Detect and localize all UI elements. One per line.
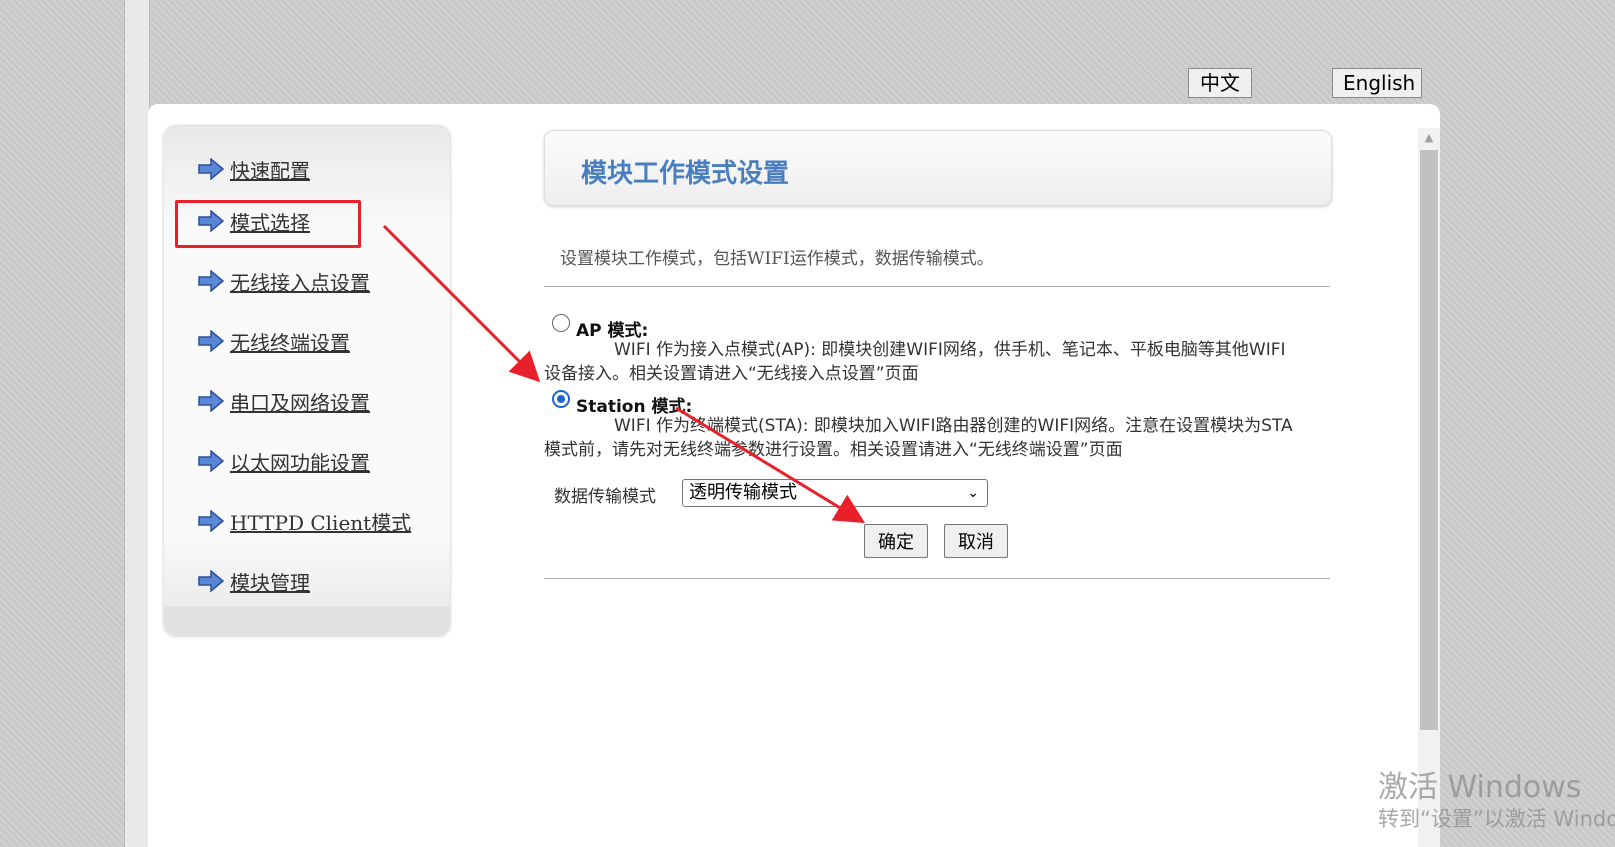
sidebar-item-ap-settings[interactable]: 无线接入点设置 (198, 266, 370, 296)
sidebar-item-ethernet[interactable]: 以太网功能设置 (198, 446, 370, 476)
windows-activation-watermark: 激活 Windows (1378, 770, 1582, 805)
sidebar-item-label: 快速配置 (230, 158, 310, 183)
english-language-button[interactable]: English (1332, 68, 1422, 98)
transfer-mode-label: 数据传输模式 (554, 487, 656, 507)
arrow-right-icon (198, 510, 224, 532)
station-mode-radio[interactable] (552, 390, 570, 408)
sidebar-item-label: 以太网功能设置 (230, 450, 370, 475)
arrow-right-icon (198, 330, 224, 352)
sidebar-item-quick-config[interactable]: 快速配置 (198, 154, 310, 184)
page-description: 设置模块工作模式，包括WIFI运作模式，数据传输模式。 (560, 249, 994, 269)
sidebar-footer (164, 606, 450, 636)
divider (544, 578, 1330, 579)
sidebar-item-label: 无线接入点设置 (230, 270, 370, 295)
transfer-mode-value: 透明传输模式 (689, 482, 797, 503)
sidebar-item-label: 模块管理 (230, 570, 310, 595)
arrow-right-icon (198, 450, 224, 472)
confirm-button[interactable]: 确定 (864, 524, 928, 558)
ap-mode-desc-line2: 设备接入。相关设置请进入“无线接入点设置”页面 (544, 364, 919, 384)
sidebar-item-httpd-client[interactable]: HTTPD Client模式 (198, 506, 411, 536)
scroll-up-arrow-icon[interactable]: ▲ (1418, 128, 1440, 148)
arrow-right-icon (198, 570, 224, 592)
station-mode-desc-line1: WIFI 作为终端模式(STA): 即模块加入WIFI路由器创建的WIFI网络。… (614, 416, 1293, 436)
sidebar-item-label: HTTPD Client模式 (230, 510, 412, 535)
cancel-button[interactable]: 取消 (944, 524, 1008, 558)
sidebar-item-label: 串口及网络设置 (230, 390, 370, 415)
chevron-down-icon: ⌄ (967, 485, 979, 501)
sidebar-item-module-management[interactable]: 模块管理 (198, 566, 310, 596)
chinese-language-button[interactable]: 中文 (1188, 68, 1252, 98)
scroll-thumb[interactable] (1420, 150, 1438, 730)
sidebar-item-label: 无线终端设置 (230, 330, 350, 355)
vertical-scrollbar[interactable]: ▲ (1418, 128, 1440, 847)
page-title: 模块工作模式设置 (581, 159, 790, 189)
page-header-box: 模块工作模式设置 (544, 130, 1332, 206)
sidebar-item-sta-settings[interactable]: 无线终端设置 (198, 326, 350, 356)
windows-activation-watermark-sub: 转到“设置”以激活 Windo (1378, 807, 1615, 831)
arrow-right-icon (198, 390, 224, 412)
annotation-highlight-box (175, 200, 361, 248)
sidebar-item-serial-network[interactable]: 串口及网络设置 (198, 386, 370, 416)
arrow-right-icon (198, 158, 224, 180)
ap-mode-radio[interactable] (552, 314, 570, 332)
transfer-mode-select[interactable]: 透明传输模式 ⌄ (682, 479, 988, 507)
ap-mode-desc-line1: WIFI 作为接入点模式(AP): 即模块创建WIFI网络，供手机、笔记本、平板… (614, 340, 1286, 360)
divider (544, 286, 1330, 287)
arrow-right-icon (198, 270, 224, 292)
page-left-stripe (124, 0, 150, 847)
station-mode-desc-line2: 模式前，请先对无线终端参数进行设置。相关设置请进入“无线终端设置”页面 (544, 440, 1123, 460)
